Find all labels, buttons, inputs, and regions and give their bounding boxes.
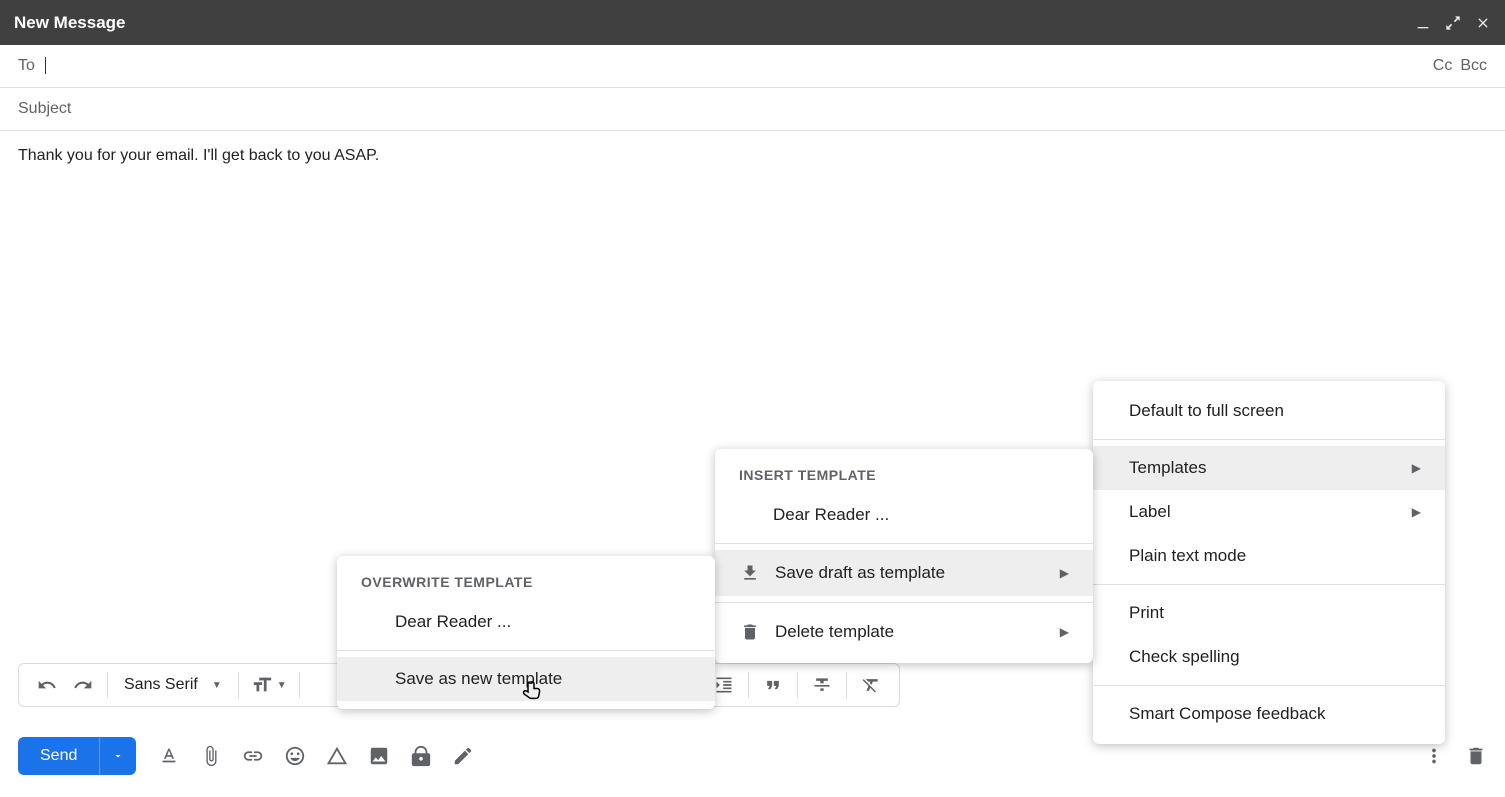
send-split-button: Send [18,737,136,775]
menu-item-check-spelling[interactable]: Check spelling [1093,635,1445,679]
undo-button[interactable] [29,671,65,699]
emoji-icon[interactable] [284,745,306,767]
menu-item-label[interactable]: Label ▶ [1093,490,1445,534]
toolbar-divider [107,672,108,698]
subject-placeholder: Subject [18,100,71,117]
strikethrough-button[interactable] [804,671,840,699]
chevron-down-icon: ▼ [212,680,222,691]
menu-item-full-screen[interactable]: Default to full screen [1093,389,1445,433]
text-size-selector[interactable]: ▼ [245,674,293,696]
menu-item-overwrite-dear-reader[interactable]: Dear Reader ... [337,600,715,644]
window-controls [1415,15,1491,31]
send-more-button[interactable] [99,737,136,775]
toolbar-divider [238,672,239,698]
discard-draft-icon[interactable] [1465,745,1487,767]
overwrite-template-submenu: OVERWRITE TEMPLATE Dear Reader ... Save … [337,556,715,709]
drive-icon[interactable] [326,745,348,767]
arrow-right-icon: ▶ [1060,566,1069,580]
toolbar-divider [846,672,847,698]
close-icon[interactable] [1475,15,1491,31]
to-input[interactable] [45,57,1433,75]
cc-bcc-group: Cc Bcc [1433,57,1487,75]
menu-item-delete-template[interactable]: Delete template ▶ [715,609,1093,655]
insert-template-header: INSERT TEMPLATE [715,457,1093,493]
body-text: Thank you for your email. I'll get back … [18,147,379,164]
to-field-row: To Cc Bcc [0,45,1505,88]
more-options-menu: Default to full screen Templates ▶ Label… [1093,381,1445,744]
menu-divider [1093,584,1445,585]
to-label: To [18,57,35,75]
download-icon [739,562,761,584]
trash-icon [739,621,761,643]
arrow-right-icon: ▶ [1412,461,1421,475]
redo-button[interactable] [65,671,101,699]
arrow-right-icon: ▶ [1060,625,1069,639]
menu-divider [715,543,1093,544]
attachment-icon[interactable] [200,745,222,767]
quote-button[interactable] [755,671,791,699]
action-icons-group [158,745,474,767]
toolbar-divider [797,672,798,698]
text-format-icon[interactable] [158,745,180,767]
menu-item-smart-compose-feedback[interactable]: Smart Compose feedback [1093,692,1445,736]
menu-divider [337,650,715,651]
menu-item-templates[interactable]: Templates ▶ [1093,446,1445,490]
toolbar-divider [299,672,300,698]
window-title: New Message [14,13,126,33]
menu-item-plain-text[interactable]: Plain text mode [1093,534,1445,578]
clear-formatting-button[interactable] [853,671,889,699]
templates-submenu: INSERT TEMPLATE Dear Reader ... Save dra… [715,449,1093,663]
overwrite-template-header: OVERWRITE TEMPLATE [337,564,715,600]
cc-button[interactable]: Cc [1433,57,1453,75]
send-button[interactable]: Send [18,737,99,775]
resize-icon[interactable] [1445,15,1461,31]
menu-divider [715,602,1093,603]
confidential-icon[interactable] [410,745,432,767]
font-name: Sans Serif [124,676,198,694]
subject-field[interactable]: Subject [0,88,1505,131]
menu-item-print[interactable]: Print [1093,591,1445,635]
menu-item-save-draft-as-template[interactable]: Save draft as template ▶ [715,550,1093,596]
image-icon[interactable] [368,745,390,767]
chevron-down-icon: ▼ [277,680,287,691]
minimize-icon[interactable] [1415,15,1431,31]
bottom-left-group: Send [18,737,474,775]
arrow-right-icon: ▶ [1412,505,1421,519]
menu-item-template-dear-reader[interactable]: Dear Reader ... [715,493,1093,537]
menu-divider [1093,685,1445,686]
menu-divider [1093,439,1445,440]
more-options-icon[interactable] [1423,745,1445,767]
pen-icon[interactable] [452,745,474,767]
menu-item-save-as-new-template[interactable]: Save as new template [337,657,715,701]
compose-header: New Message [0,0,1505,45]
toolbar-divider [748,672,749,698]
font-selector[interactable]: Sans Serif ▼ [114,676,232,694]
bottom-right-group [1423,745,1487,767]
link-icon[interactable] [242,745,264,767]
bcc-button[interactable]: Bcc [1460,57,1487,75]
